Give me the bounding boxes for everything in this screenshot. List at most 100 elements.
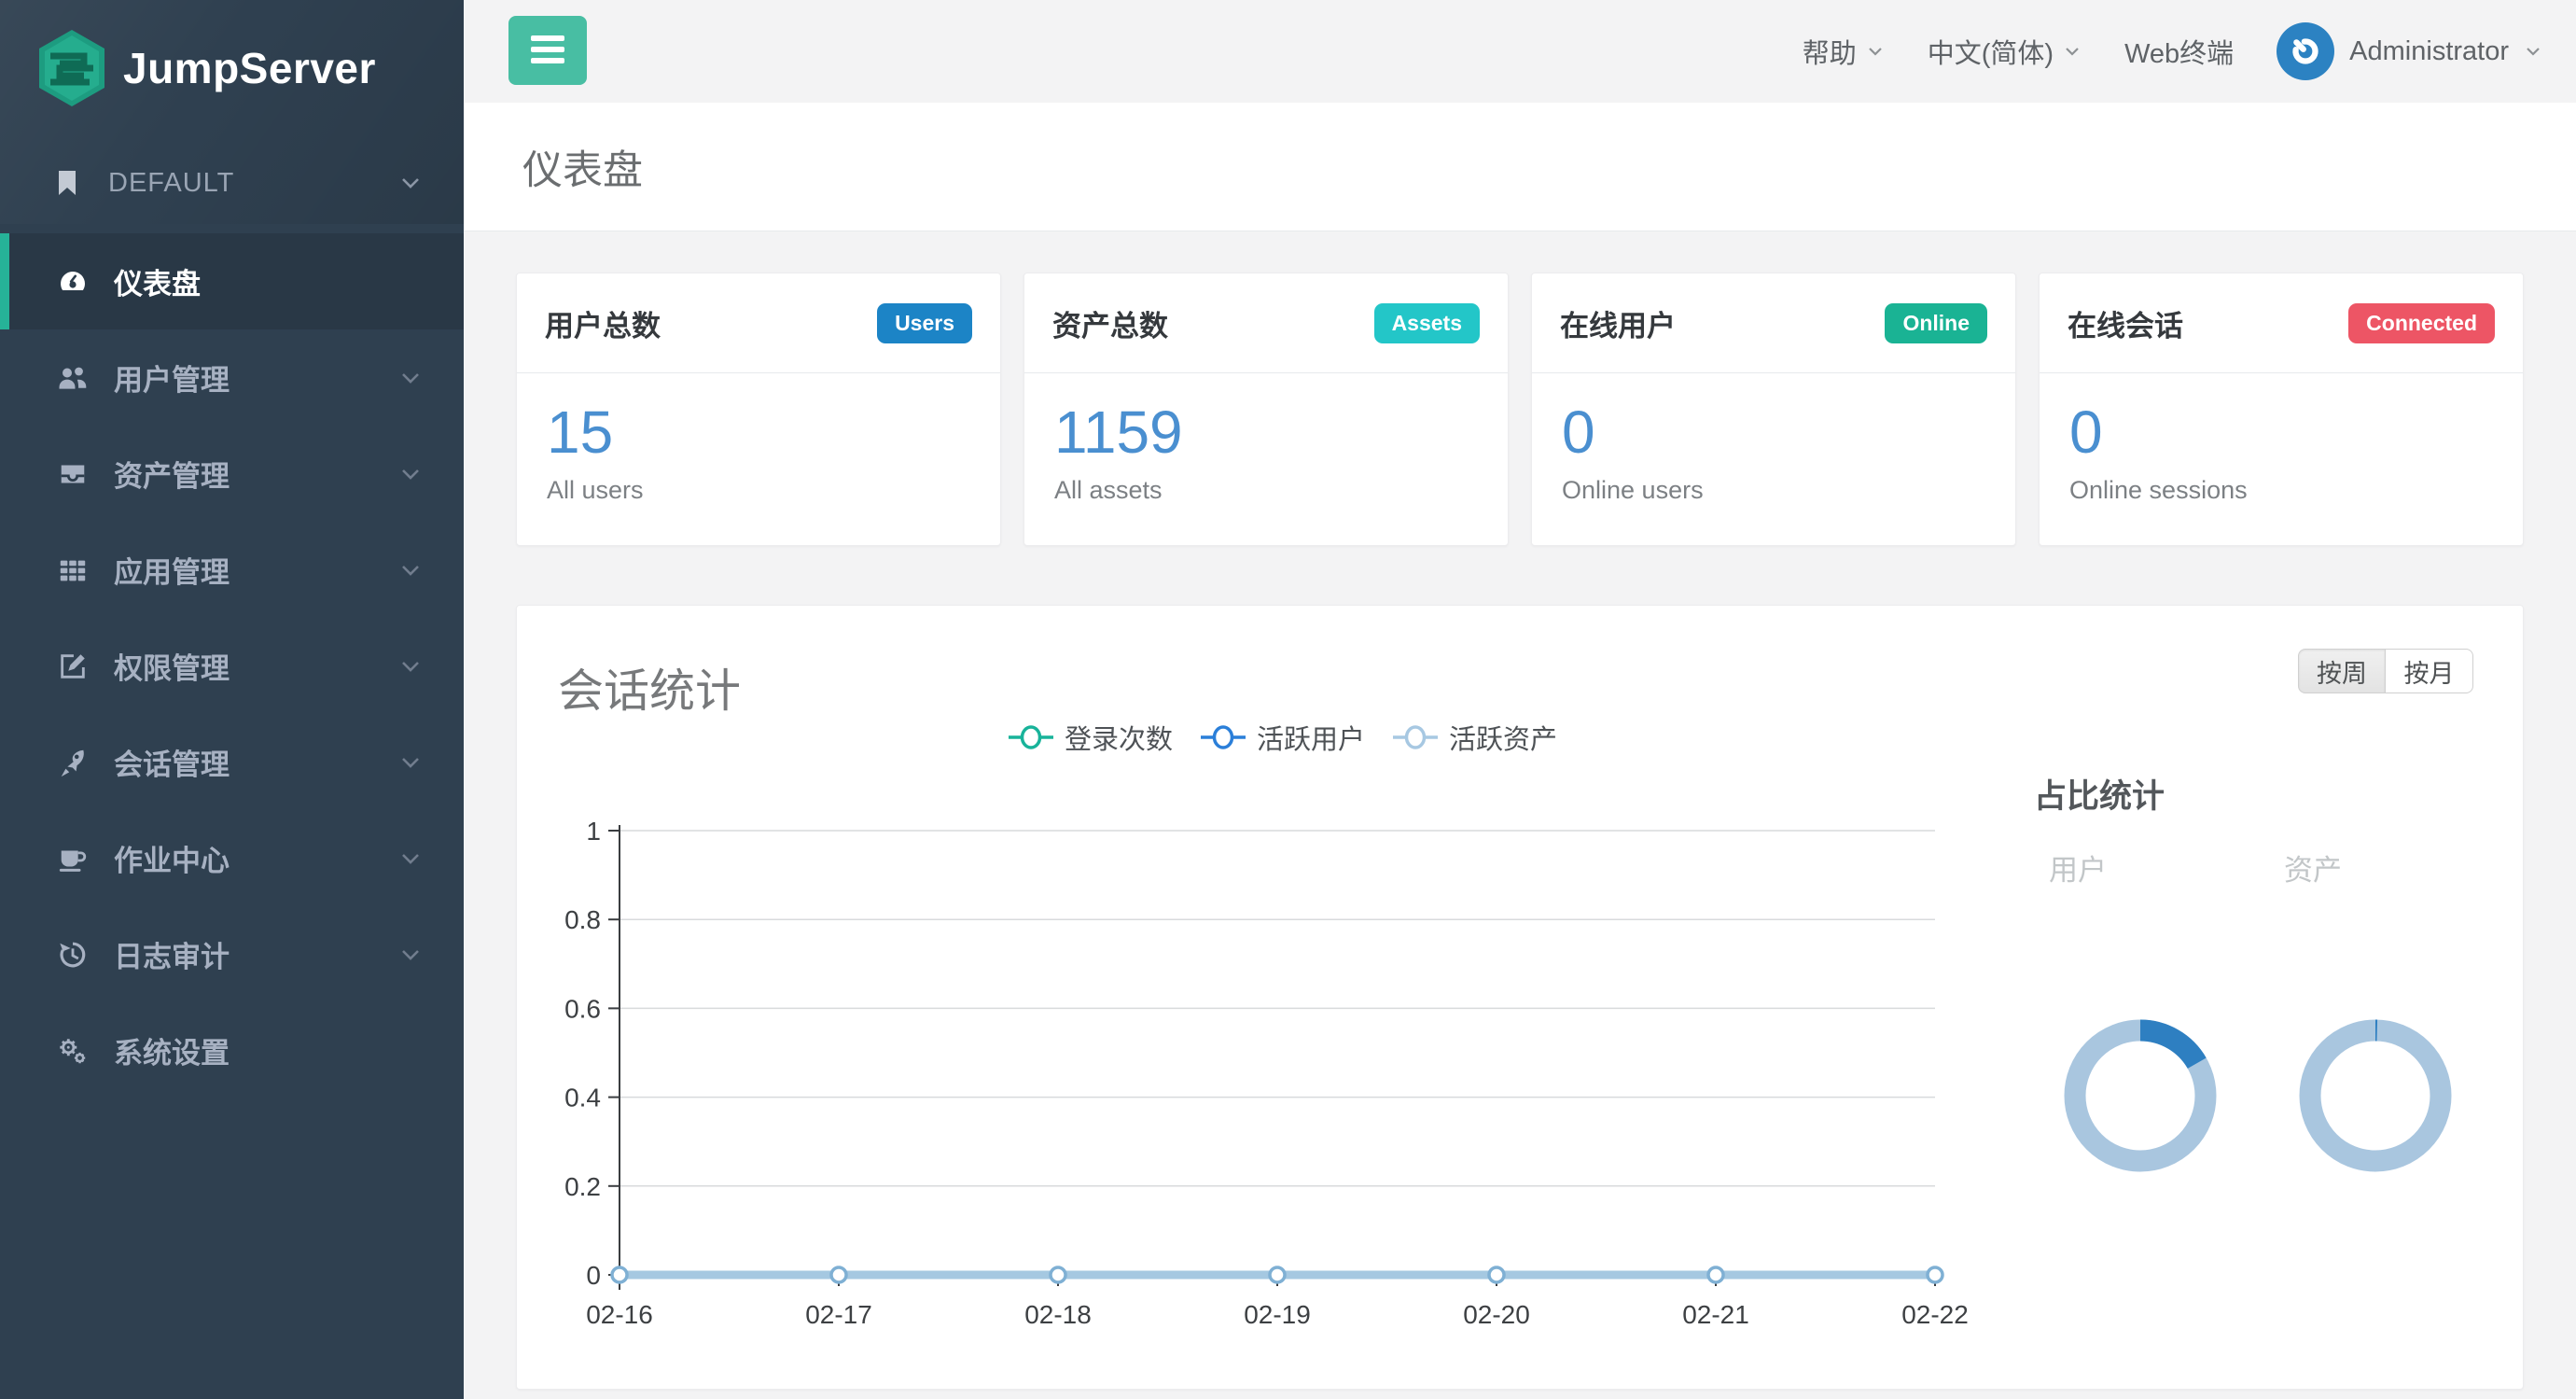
sidebar-item-label: 日志审计: [114, 933, 230, 975]
stat-card-online-users: 在线用户 Online 0Online users: [1531, 273, 2016, 546]
page-title: 仪表盘: [522, 138, 643, 196]
svg-text:0.4: 0.4: [564, 1084, 601, 1112]
donut-chart-assets: [2294, 1014, 2457, 1177]
card-body: 1159 All assets: [1024, 373, 1508, 505]
sidebar-item-users[interactable]: 用户管理: [0, 329, 464, 426]
chevron-down-icon: [398, 558, 423, 582]
jumpserver-logo[interactable]: JumpServer: [37, 28, 376, 108]
help-label: 帮助: [1803, 32, 1857, 71]
card-header: 用户总数Users: [517, 273, 1000, 373]
org-selector[interactable]: DEFAULT: [0, 151, 464, 215]
content: 用户总数Users 15 All users 资产总数 Assets 1159 All as…: [464, 231, 2576, 1399]
sidebar-item-label: 资产管理: [114, 453, 230, 495]
avatar: [2277, 22, 2334, 80]
card-title: 资产总数: [1052, 302, 1168, 344]
topbar: 帮助 中文(简体) Web终端: [464, 0, 2576, 103]
donut-users: 用户: [2034, 846, 2267, 888]
sidebar-item-job-center[interactable]: 作业中心: [0, 810, 464, 906]
help-menu[interactable]: 帮助: [1803, 32, 1885, 71]
card-badge: Assets: [1374, 303, 1480, 343]
donut-chart-users: [2059, 1014, 2221, 1177]
card-value: 15: [547, 399, 970, 465]
card-header: 在线会话 Connected: [2040, 273, 2523, 373]
card-label: All users: [547, 476, 970, 505]
card-label: Online sessions: [2069, 476, 2493, 505]
card-body: 15 All users: [517, 373, 1000, 505]
svg-text:02-21: 02-21: [1682, 1300, 1749, 1329]
sidebar-item-label: 用户管理: [114, 357, 230, 399]
chevron-down-icon: [2524, 42, 2542, 61]
language-menu[interactable]: 中文(简体): [1928, 32, 2082, 71]
session-stats-panel: 会话统计 登录次数活跃用户活跃资产 按周按月 00.20.40.60.8102-…: [516, 605, 2524, 1390]
card-badge: Connected: [2348, 303, 2495, 343]
svg-text:02-16: 02-16: [586, 1300, 653, 1329]
card-value: 0: [2069, 399, 2493, 465]
svg-text:02-22: 02-22: [1901, 1300, 1969, 1329]
sidebar-item-label: 权限管理: [114, 645, 230, 687]
card-badge: Users: [877, 303, 972, 343]
card-value: 1159: [1054, 399, 1478, 465]
svg-text:0.8: 0.8: [564, 905, 601, 934]
chevron-down-icon: [398, 750, 423, 775]
chevron-down-icon: [398, 462, 423, 486]
sidebar-item-audits[interactable]: 日志审计: [0, 906, 464, 1002]
sidebar: JumpServer DEFAULT 仪表盘用户管理资产管理应用管理权限管理会话…: [0, 0, 464, 1399]
sidebar-item-dashboard[interactable]: 仪表盘: [0, 233, 464, 329]
power-icon: [2286, 32, 2325, 71]
sidebar-item-settings[interactable]: 系统设置: [0, 1002, 464, 1098]
svg-text:1: 1: [586, 817, 601, 846]
donut-label: 资产: [2269, 846, 2502, 888]
main-area: 帮助 中文(简体) Web终端: [464, 0, 2576, 1399]
web-terminal-link[interactable]: Web终端: [2124, 32, 2234, 71]
inbox-icon: [52, 458, 93, 490]
chevron-down-icon: [398, 943, 423, 967]
session-line-chart: 00.20.40.60.8102-1602-1702-1802-1902-200…: [517, 606, 2524, 1390]
stat-card-online-sessions: 在线会话 Connected 0 Online sessions: [2039, 273, 2524, 546]
svg-text:02-19: 02-19: [1244, 1300, 1311, 1329]
sidebar-item-label: 应用管理: [114, 549, 230, 591]
card-header: 在线用户 Online: [1532, 273, 2015, 373]
card-body: 0 Online sessions: [2040, 373, 2523, 505]
rocket-icon: [52, 747, 93, 778]
sidebar-item-applications[interactable]: 应用管理: [0, 522, 464, 618]
bookmark-icon: [52, 168, 82, 198]
history-icon: [52, 939, 93, 971]
svg-text:02-20: 02-20: [1463, 1300, 1530, 1329]
bars-icon: [531, 35, 564, 66]
topbar-right: 帮助 中文(简体) Web终端: [1803, 0, 2542, 103]
card-title: 在线用户: [1560, 302, 1676, 344]
language-label: 中文(简体): [1928, 32, 2054, 71]
sidebar-item-permissions[interactable]: 权限管理: [0, 618, 464, 714]
svg-text:0: 0: [586, 1261, 601, 1290]
coffee-icon: [52, 843, 93, 874]
jumpserver-logo-icon: [37, 28, 106, 108]
sidebar-item-assets[interactable]: 资产管理: [0, 426, 464, 522]
page-title-band: 仪表盘: [464, 103, 2576, 231]
sidebar-item-label: 作业中心: [114, 837, 230, 879]
sidebar-header: JumpServer DEFAULT: [0, 0, 464, 224]
sidebar-item-sessions[interactable]: 会话管理: [0, 714, 464, 810]
gears-icon: [52, 1035, 93, 1067]
card-title: 在线会话: [2068, 302, 2183, 344]
stat-card-total-users: 用户总数Users 15 All users: [516, 273, 1001, 546]
ratio-stats-title: 占比统计: [2034, 770, 2165, 818]
svg-text:02-18: 02-18: [1024, 1300, 1092, 1329]
sidebar-item-label: 系统设置: [114, 1029, 230, 1071]
username-label: Administrator: [2349, 36, 2509, 67]
chevron-down-icon: [398, 171, 423, 195]
user-menu[interactable]: Administrator: [2277, 22, 2542, 80]
donut-assets: 资产: [2269, 846, 2502, 888]
svg-text:0.2: 0.2: [564, 1172, 601, 1201]
sidebar-toggle-button[interactable]: [508, 16, 587, 85]
svg-text:0.6: 0.6: [564, 994, 601, 1023]
chevron-down-icon: [398, 654, 423, 679]
card-badge: Online: [1885, 303, 1987, 343]
org-label: DEFAULT: [108, 168, 398, 199]
card-label: Online users: [1562, 476, 1985, 505]
web-terminal-label: Web终端: [2124, 32, 2234, 71]
logo-text: JumpServer: [123, 43, 376, 93]
users-icon: [52, 361, 93, 395]
card-label: All assets: [1054, 476, 1478, 505]
donut-label: 用户: [2034, 846, 2267, 888]
card-body: 0Online users: [1532, 373, 2015, 505]
